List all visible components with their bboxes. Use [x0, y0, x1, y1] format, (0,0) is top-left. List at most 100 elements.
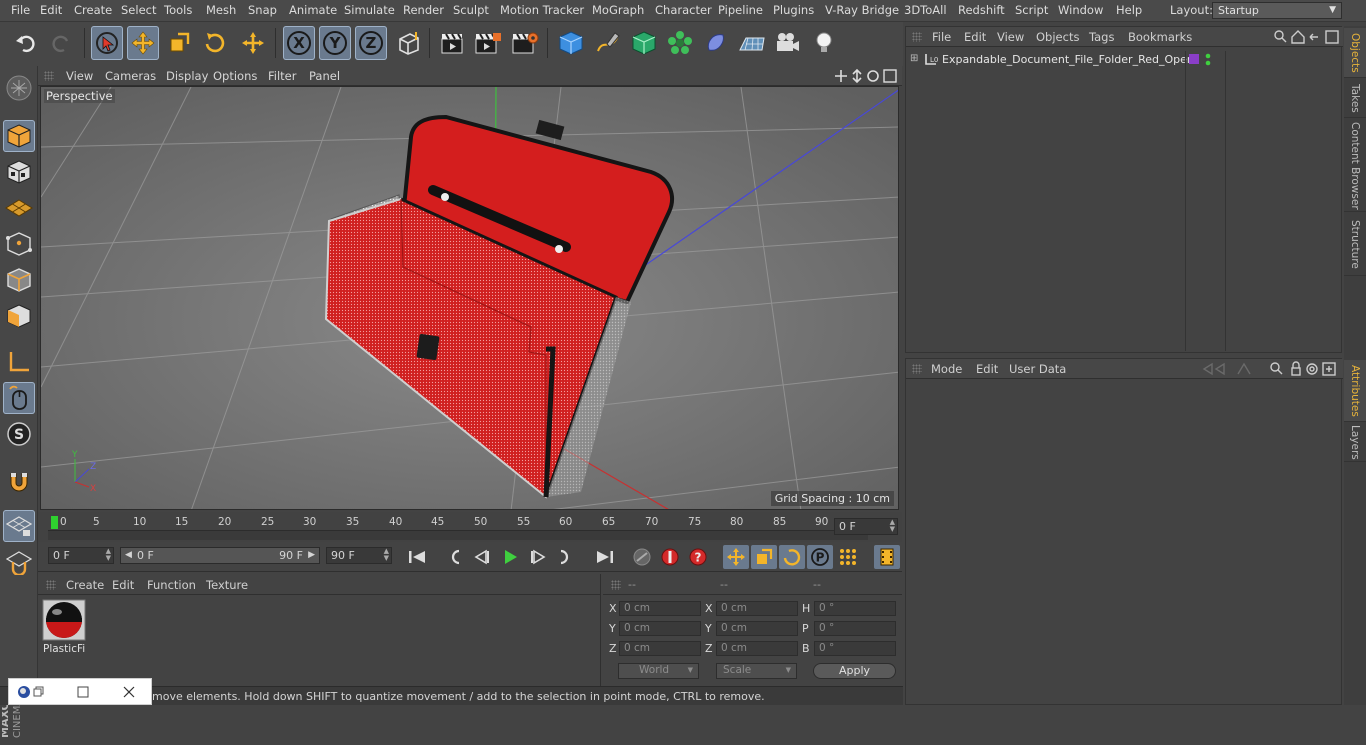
menu-select[interactable]: Select: [121, 3, 156, 17]
mat-menu-create[interactable]: Create: [66, 578, 104, 592]
tab-layers[interactable]: Layers: [1344, 424, 1366, 462]
rotation-p-field[interactable]: 0 °: [814, 621, 896, 636]
attr-menu-user-data[interactable]: User Data: [1009, 362, 1066, 376]
edge-mode-button[interactable]: [3, 264, 35, 296]
perspective-viewport[interactable]: Y Z X Perspective Grid Spacing : 10 cm: [40, 86, 899, 510]
workplane-lock-button[interactable]: [3, 510, 35, 542]
timeline-window-button[interactable]: [874, 545, 900, 569]
attr-menu-mode[interactable]: Mode: [931, 362, 962, 376]
spline-pen-button[interactable]: [592, 26, 624, 60]
vp-menu-display[interactable]: Display: [166, 69, 208, 83]
menu-window[interactable]: Window: [1058, 3, 1103, 17]
obj-menu-bookmarks[interactable]: Bookmarks: [1128, 30, 1192, 44]
obj-menu-file[interactable]: File: [932, 30, 951, 44]
cinema4d-app-icon[interactable]: [17, 685, 31, 699]
obj-menu-edit[interactable]: Edit: [964, 30, 986, 44]
position-z-field[interactable]: 0 cm: [619, 641, 701, 656]
menu-sculpt[interactable]: Sculpt: [453, 3, 489, 17]
tab-takes[interactable]: Takes: [1344, 80, 1366, 118]
previous-key-button[interactable]: [441, 545, 467, 569]
vp-menu-filter[interactable]: Filter: [268, 69, 296, 83]
menu-plugins[interactable]: Plugins: [773, 3, 814, 17]
tweak-mode-button[interactable]: [3, 382, 35, 414]
visibility-dots-icon[interactable]: [1204, 53, 1212, 67]
render-picture-viewer-button[interactable]: [472, 26, 504, 60]
maximize-icon[interactable]: [77, 686, 89, 698]
texture-mode-button[interactable]: [3, 156, 35, 188]
play-button[interactable]: [497, 545, 523, 569]
obj-menu-view[interactable]: View: [997, 30, 1024, 44]
menu-redshift[interactable]: Redshift: [958, 3, 1005, 17]
menu-file[interactable]: File: [11, 3, 30, 17]
menu-mograph[interactable]: MoGraph: [592, 3, 644, 17]
record-keys-button[interactable]: [629, 545, 655, 569]
model-mode-button[interactable]: [3, 120, 35, 152]
rotation-b-field[interactable]: 0 °: [814, 641, 896, 656]
attr-menu-edit[interactable]: Edit: [976, 362, 998, 376]
light-button[interactable]: [808, 26, 840, 60]
position-y-field[interactable]: 0 cm: [619, 621, 701, 636]
scale-tool-button[interactable]: [163, 26, 195, 60]
close-icon[interactable]: [123, 686, 135, 698]
menu-pipeline[interactable]: Pipeline: [718, 3, 763, 17]
rotate-tool-button[interactable]: [199, 26, 231, 60]
polygon-mode-button[interactable]: [3, 300, 35, 332]
viewport-nav-icons[interactable]: [835, 68, 899, 84]
menu-simulate[interactable]: Simulate: [344, 3, 395, 17]
render-view-button[interactable]: [436, 26, 468, 60]
make-editable-button[interactable]: [3, 72, 35, 104]
previous-frame-button[interactable]: [469, 545, 495, 569]
render-settings-button[interactable]: [509, 26, 541, 60]
size-z-field[interactable]: 0 cm: [716, 641, 798, 656]
vp-menu-view[interactable]: View: [66, 69, 93, 83]
menu-snap[interactable]: Snap: [248, 3, 277, 17]
menu-vray-bridge[interactable]: V-Ray Bridge: [825, 3, 899, 17]
mat-menu-function[interactable]: Function: [147, 578, 196, 592]
solo-mode-button[interactable]: S: [3, 418, 35, 450]
menu-tools[interactable]: Tools: [164, 3, 192, 17]
z-axis-lock-button[interactable]: Z: [355, 26, 387, 60]
menu-animate[interactable]: Animate: [289, 3, 337, 17]
move-tool-button[interactable]: [127, 26, 159, 60]
coordinate-space-select[interactable]: World ▼: [618, 663, 699, 679]
menu-character[interactable]: Character: [655, 3, 712, 17]
key-rotation-button[interactable]: [779, 545, 805, 569]
next-frame-button[interactable]: [525, 545, 551, 569]
obj-menu-tags[interactable]: Tags: [1089, 30, 1114, 44]
transform-tool-button[interactable]: [237, 26, 269, 60]
deformer-button[interactable]: [700, 26, 732, 60]
autokeying-button[interactable]: [657, 545, 683, 569]
menu-3dtoall[interactable]: 3DToAll: [904, 3, 947, 17]
menu-script[interactable]: Script: [1015, 3, 1048, 17]
tab-attributes[interactable]: Attributes: [1344, 360, 1366, 422]
go-to-end-button[interactable]: [592, 545, 618, 569]
menu-render[interactable]: Render: [403, 3, 444, 17]
live-selection-button[interactable]: [91, 26, 123, 60]
tab-objects[interactable]: Objects: [1344, 28, 1366, 78]
key-pla-button[interactable]: [835, 545, 861, 569]
size-y-field[interactable]: 0 cm: [716, 621, 798, 636]
cube-primitive-button[interactable]: [555, 26, 587, 60]
menu-edit[interactable]: Edit: [40, 3, 62, 17]
mat-menu-edit[interactable]: Edit: [112, 578, 134, 592]
go-to-start-button[interactable]: [404, 545, 430, 569]
object-name[interactable]: Expandable_Document_File_Folder_Red_Open: [942, 53, 1194, 66]
redo-button[interactable]: [45, 26, 77, 60]
menu-mesh[interactable]: Mesh: [206, 3, 236, 17]
cloner-button[interactable]: [664, 26, 696, 60]
tab-structure[interactable]: Structure: [1344, 214, 1366, 276]
obj-menu-objects[interactable]: Objects: [1036, 30, 1079, 44]
expand-icon[interactable]: ⊞: [910, 53, 918, 64]
timeline-ruler[interactable]: 0 5 10 15 20 25 30 35 40 45 50 55 60 65 …: [38, 512, 902, 542]
restore-icon[interactable]: [33, 686, 45, 698]
workplane-mode-button[interactable]: [3, 192, 35, 224]
size-x-field[interactable]: 0 cm: [716, 601, 798, 616]
camera-button[interactable]: [772, 26, 804, 60]
end-frame-field[interactable]: 90 F ▲ ▼: [326, 547, 392, 564]
snap-settings-button[interactable]: [3, 546, 35, 578]
attribute-nav-icons[interactable]: [1202, 361, 1342, 377]
next-key-button[interactable]: [553, 545, 579, 569]
menu-help[interactable]: Help: [1116, 3, 1142, 17]
menu-motion-tracker[interactable]: Motion Tracker: [500, 3, 584, 17]
playhead[interactable]: [51, 516, 58, 529]
